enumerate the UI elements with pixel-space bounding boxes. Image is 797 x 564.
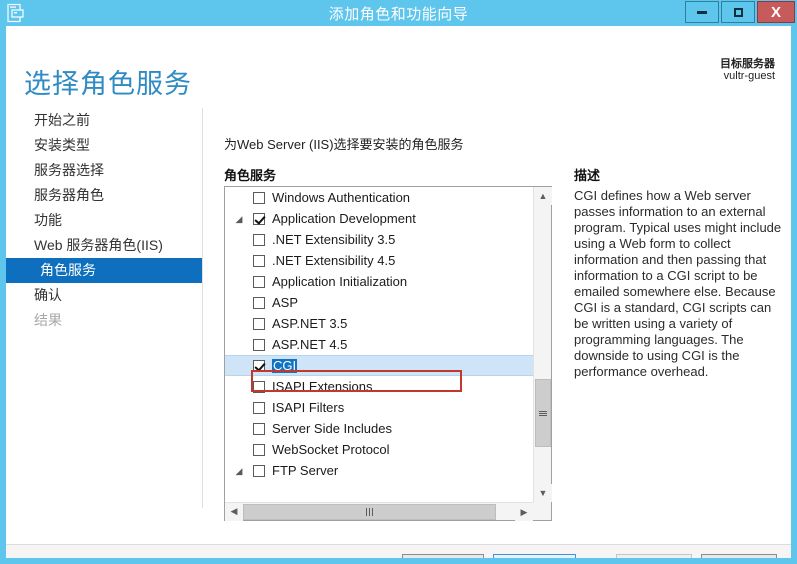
- tree-row[interactable]: .NET Extensibility 3.5: [225, 229, 533, 250]
- tree-row-label: ISAPI Filters: [272, 399, 345, 415]
- tree-row-label: ASP: [272, 294, 299, 310]
- tree-row[interactable]: ISAPI Filters: [225, 397, 533, 418]
- tree-row[interactable]: Server Side Includes: [225, 418, 533, 439]
- tree-row-label: WebSocket Protocol: [272, 441, 390, 457]
- expander-triangle-icon[interactable]: ◢: [233, 213, 245, 225]
- wizard-buttons: < 上一步(P) 下一步(N) > 安装(I) 取消: [401, 554, 777, 558]
- window-title: 添加角色和功能向导: [328, 6, 469, 23]
- tree-row-label: Application Initialization: [272, 273, 408, 289]
- horizontal-scrollbar[interactable]: ◀ ▶: [225, 502, 551, 521]
- tree-row[interactable]: ISAPI Extensions: [225, 376, 533, 397]
- tree-row[interactable]: ◢ FTP Server: [225, 460, 533, 481]
- scroll-left-arrow-icon[interactable]: ◀: [225, 502, 243, 521]
- description-label: 描述: [574, 168, 601, 183]
- tree-row[interactable]: ASP.NET 3.5: [225, 313, 533, 334]
- checkbox-server-side-includes[interactable]: [253, 422, 265, 435]
- checkbox-websocket-protocol[interactable]: [253, 443, 265, 456]
- sidebar-item-server-roles[interactable]: 服务器角色: [6, 183, 203, 208]
- scroll-up-arrow-icon[interactable]: ▲: [534, 187, 552, 205]
- scrollbar-corner: [533, 502, 551, 520]
- wizard-navigation: 开始之前 安装类型 服务器选择 服务器角色 功能 Web 服务器角色(IIS) …: [6, 108, 203, 508]
- role-services-label: 角色服务: [224, 168, 277, 183]
- close-button[interactable]: X: [757, 1, 795, 23]
- sidebar-item-role-services[interactable]: 角色服务: [6, 258, 203, 283]
- tree-row-label: ASP.NET 4.5: [272, 336, 348, 352]
- description-text: CGI defines how a Web server passes info…: [574, 188, 782, 379]
- maximize-icon: [733, 7, 743, 17]
- button-spacer: [585, 554, 607, 558]
- checkbox-net-extensibility-45[interactable]: [253, 254, 265, 267]
- minimize-button[interactable]: [685, 1, 719, 23]
- tree-row-label: .NET Extensibility 3.5: [272, 231, 396, 247]
- checkbox-net-extensibility-35[interactable]: [253, 233, 265, 246]
- checkbox-isapi-filters[interactable]: [253, 401, 265, 414]
- next-button[interactable]: 下一步(N) >: [492, 554, 576, 558]
- horizontal-scrollbar-thumb[interactable]: [243, 503, 496, 520]
- tree-row[interactable]: ASP.NET 4.5: [225, 334, 533, 355]
- tree-row[interactable]: .NET Extensibility 4.5: [225, 250, 533, 271]
- title-bar: 添加角色和功能向导 X: [0, 0, 797, 26]
- checkbox-application-development[interactable]: [253, 212, 265, 225]
- tree-row[interactable]: ◢ Application Development: [225, 208, 533, 229]
- destination-server-value: vultr-guest: [723, 70, 775, 82]
- sidebar-item-results: 结果: [34, 312, 62, 328]
- page-header: 选择角色服务 目标服务器 vultr-guest: [6, 26, 791, 99]
- tree-row-cgi[interactable]: CGI: [225, 355, 533, 376]
- checkbox-ftp-server[interactable]: [253, 464, 265, 477]
- checkbox-isapi-extensions[interactable]: [253, 380, 265, 393]
- tree-row-label: FTP Server: [272, 462, 339, 478]
- checkbox-asp[interactable]: [253, 296, 265, 309]
- tree-row-label: Application Development: [272, 210, 416, 226]
- tree-row[interactable]: Windows Authentication: [225, 187, 533, 208]
- cancel-button[interactable]: 取消: [701, 554, 777, 558]
- sidebar-item-installation-type[interactable]: 安装类型: [6, 133, 203, 158]
- role-services-listbox[interactable]: URL Authorization Windows Authentication…: [224, 186, 552, 521]
- sidebar-item-before-you-begin[interactable]: 开始之前: [6, 108, 203, 133]
- sidebar-divider: [202, 108, 203, 508]
- destination-server-label: 目标服务器: [720, 58, 775, 70]
- grip-icon: [539, 410, 547, 417]
- install-button: 安装(I): [616, 554, 692, 558]
- tree-row-label: Windows Authentication: [272, 189, 411, 205]
- checkbox-windows-authentication[interactable]: [253, 191, 265, 204]
- scroll-right-arrow-icon[interactable]: ▶: [515, 503, 533, 521]
- sidebar-item-features[interactable]: 功能: [6, 208, 203, 233]
- tree-list: URL Authorization Windows Authentication…: [225, 187, 533, 481]
- page-title: 选择角色服务: [24, 69, 192, 99]
- vertical-scrollbar[interactable]: ▲ ▼: [533, 187, 552, 502]
- tree-row-label: CGI: [272, 357, 298, 373]
- maximize-button[interactable]: [721, 1, 755, 23]
- vertical-scrollbar-thumb[interactable]: [535, 379, 551, 447]
- tree-row[interactable]: WebSocket Protocol: [225, 439, 533, 460]
- sidebar-item-web-server-role[interactable]: Web 服务器角色(IIS): [6, 233, 203, 258]
- checkbox-cgi[interactable]: [253, 359, 265, 372]
- client-area: 选择角色服务 目标服务器 vultr-guest 开始之前 安装类型 服务器选择…: [6, 26, 791, 558]
- scroll-down-arrow-icon[interactable]: ▼: [534, 484, 552, 502]
- tree-viewport: URL Authorization Windows Authentication…: [225, 187, 533, 502]
- expander-triangle-icon[interactable]: ◢: [233, 465, 245, 477]
- footer-bar: < 上一步(P) 下一步(N) > 安装(I) 取消: [6, 545, 791, 558]
- tree-row[interactable]: ASP: [225, 292, 533, 313]
- checkbox-application-initialization[interactable]: [253, 275, 265, 288]
- tree-row-label: .NET Extensibility 4.5: [272, 252, 396, 268]
- checkbox-aspnet-35[interactable]: [253, 317, 265, 330]
- sidebar-item-confirmation[interactable]: 确认: [6, 283, 203, 308]
- previous-button[interactable]: < 上一步(P): [401, 554, 484, 558]
- instruction-text: 为Web Server (IIS)选择要安装的角色服务: [224, 137, 464, 152]
- checkbox-aspnet-45[interactable]: [253, 338, 265, 351]
- tree-row-label: ISAPI Extensions: [272, 378, 373, 394]
- tree-row[interactable]: Application Initialization: [225, 271, 533, 292]
- minimize-icon: [697, 10, 707, 14]
- window-controls: X: [685, 1, 795, 23]
- tree-row-label: ASP.NET 3.5: [272, 315, 348, 331]
- add-roles-wizard-window: 添加角色和功能向导 X 选择角色服务 目标服务器 vultr-guest 开始之…: [0, 0, 797, 564]
- grip-icon: [365, 507, 374, 516]
- sidebar-item-server-selection[interactable]: 服务器选择: [6, 158, 203, 183]
- tree-row-label: Server Side Includes: [272, 420, 392, 436]
